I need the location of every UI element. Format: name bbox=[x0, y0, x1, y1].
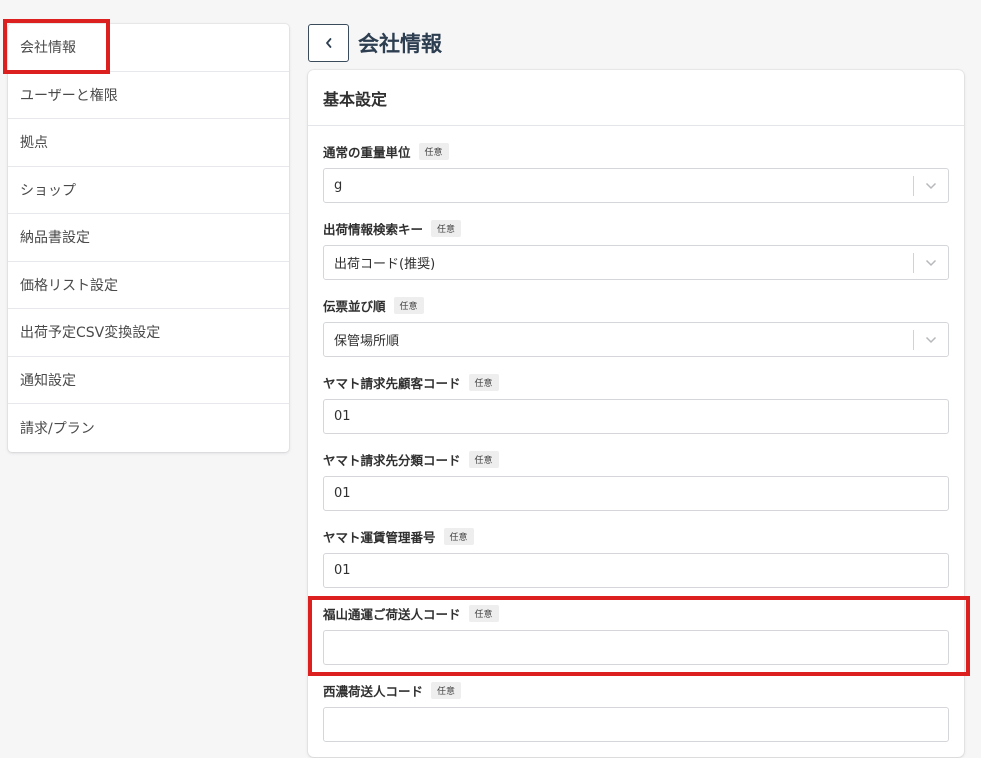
field-label-text: ヤマト請求先顧客コード bbox=[323, 376, 461, 391]
weight-unit-select[interactable]: g bbox=[323, 168, 949, 203]
sidebar-item-label: 出荷予定CSV変換設定 bbox=[20, 325, 161, 342]
optional-badge: 任意 bbox=[468, 605, 499, 622]
slip-order-select[interactable]: 保管場所順 bbox=[323, 322, 949, 357]
basic-settings-card: 基本設定 通常の重量単位 任意 g 出荷情報検索キー 任意 出荷コード(推奨) … bbox=[308, 70, 964, 757]
fukuyama-sender-code-input[interactable] bbox=[323, 630, 949, 665]
settings-sidebar: 会社情報 ユーザーと権限 拠点 ショップ 納品書設定 価格リスト設定 出荷予定C… bbox=[8, 24, 289, 452]
field-label-text: ヤマト請求先分類コード bbox=[323, 453, 461, 468]
weight-unit-label: 通常の重量単位 任意 bbox=[323, 142, 449, 161]
field-label-text: 福山通運ご荷送人コード bbox=[323, 607, 461, 622]
sidebar-item-label: 会社情報 bbox=[20, 40, 76, 57]
back-button[interactable] bbox=[308, 24, 349, 62]
sidebar-item-label: 拠点 bbox=[20, 135, 48, 152]
yamato-freight-number-label: ヤマト運賃管理番号 任意 bbox=[323, 527, 474, 546]
optional-badge: 任意 bbox=[431, 220, 462, 237]
sidebar-item-users-permissions[interactable]: ユーザーと権限 bbox=[8, 72, 289, 119]
field-label-text: 通常の重量単位 bbox=[323, 145, 411, 160]
yamato-customer-code-label: ヤマト請求先顧客コード 任意 bbox=[323, 373, 499, 392]
sidebar-item-label: 納品書設定 bbox=[20, 230, 90, 247]
chevron-down-icon[interactable] bbox=[914, 323, 948, 356]
sidebar-item-notifications[interactable]: 通知設定 bbox=[8, 357, 289, 404]
yamato-class-code-label: ヤマト請求先分類コード 任意 bbox=[323, 450, 499, 469]
sidebar-item-locations[interactable]: 拠点 bbox=[8, 119, 289, 167]
field-label-text: 出荷情報検索キー bbox=[323, 222, 424, 237]
yamato-class-code-input[interactable] bbox=[323, 476, 949, 511]
yamato-freight-number-input[interactable] bbox=[323, 553, 949, 588]
chevron-down-icon[interactable] bbox=[914, 246, 948, 279]
chevron-down-icon[interactable] bbox=[914, 169, 948, 202]
card-title: 基本設定 bbox=[323, 90, 388, 109]
card-divider bbox=[308, 125, 964, 126]
sidebar-item-label: 通知設定 bbox=[20, 372, 76, 389]
slip-order-label: 伝票並び順 任意 bbox=[323, 296, 424, 315]
sidebar-item-label: 価格リスト設定 bbox=[20, 277, 118, 294]
sidebar-item-label: 請求/プラン bbox=[20, 420, 95, 437]
field-label-text: ヤマト運賃管理番号 bbox=[323, 530, 436, 545]
optional-badge: 任意 bbox=[418, 143, 449, 160]
seino-sender-code-input[interactable] bbox=[323, 707, 949, 742]
yamato-customer-code-input[interactable] bbox=[323, 399, 949, 434]
optional-badge: 任意 bbox=[393, 297, 424, 314]
optional-badge: 任意 bbox=[443, 528, 474, 545]
page-title: 会社情報 bbox=[358, 32, 442, 56]
chevron-left-icon bbox=[325, 38, 331, 48]
sidebar-item-price-list[interactable]: 価格リスト設定 bbox=[8, 262, 289, 309]
sidebar-item-csv-conversion[interactable]: 出荷予定CSV変換設定 bbox=[8, 309, 289, 357]
fukuyama-sender-code-label: 福山通運ご荷送人コード 任意 bbox=[323, 604, 499, 623]
optional-badge: 任意 bbox=[431, 682, 462, 699]
sidebar-item-billing-plan[interactable]: 請求/プラン bbox=[8, 404, 289, 452]
shipment-search-key-select[interactable]: 出荷コード(推奨) bbox=[323, 245, 949, 280]
optional-badge: 任意 bbox=[468, 451, 499, 468]
field-label-text: 伝票並び順 bbox=[323, 299, 386, 314]
select-value: 保管場所順 bbox=[334, 334, 400, 349]
page-header: 会社情報 bbox=[308, 24, 442, 62]
select-value: g bbox=[334, 178, 343, 193]
field-label-text: 西濃荷送人コード bbox=[323, 684, 424, 699]
sidebar-item-shops[interactable]: ショップ bbox=[8, 167, 289, 214]
sidebar-item-label: ショップ bbox=[20, 182, 76, 199]
select-value: 出荷コード(推奨) bbox=[334, 257, 436, 272]
seino-sender-code-label: 西濃荷送人コード 任意 bbox=[323, 681, 462, 700]
sidebar-item-company-info[interactable]: 会社情報 bbox=[8, 24, 289, 72]
shipment-search-key-label: 出荷情報検索キー 任意 bbox=[323, 219, 462, 238]
sidebar-item-label: ユーザーと権限 bbox=[20, 87, 118, 104]
optional-badge: 任意 bbox=[468, 374, 499, 391]
sidebar-item-delivery-note[interactable]: 納品書設定 bbox=[8, 214, 289, 262]
